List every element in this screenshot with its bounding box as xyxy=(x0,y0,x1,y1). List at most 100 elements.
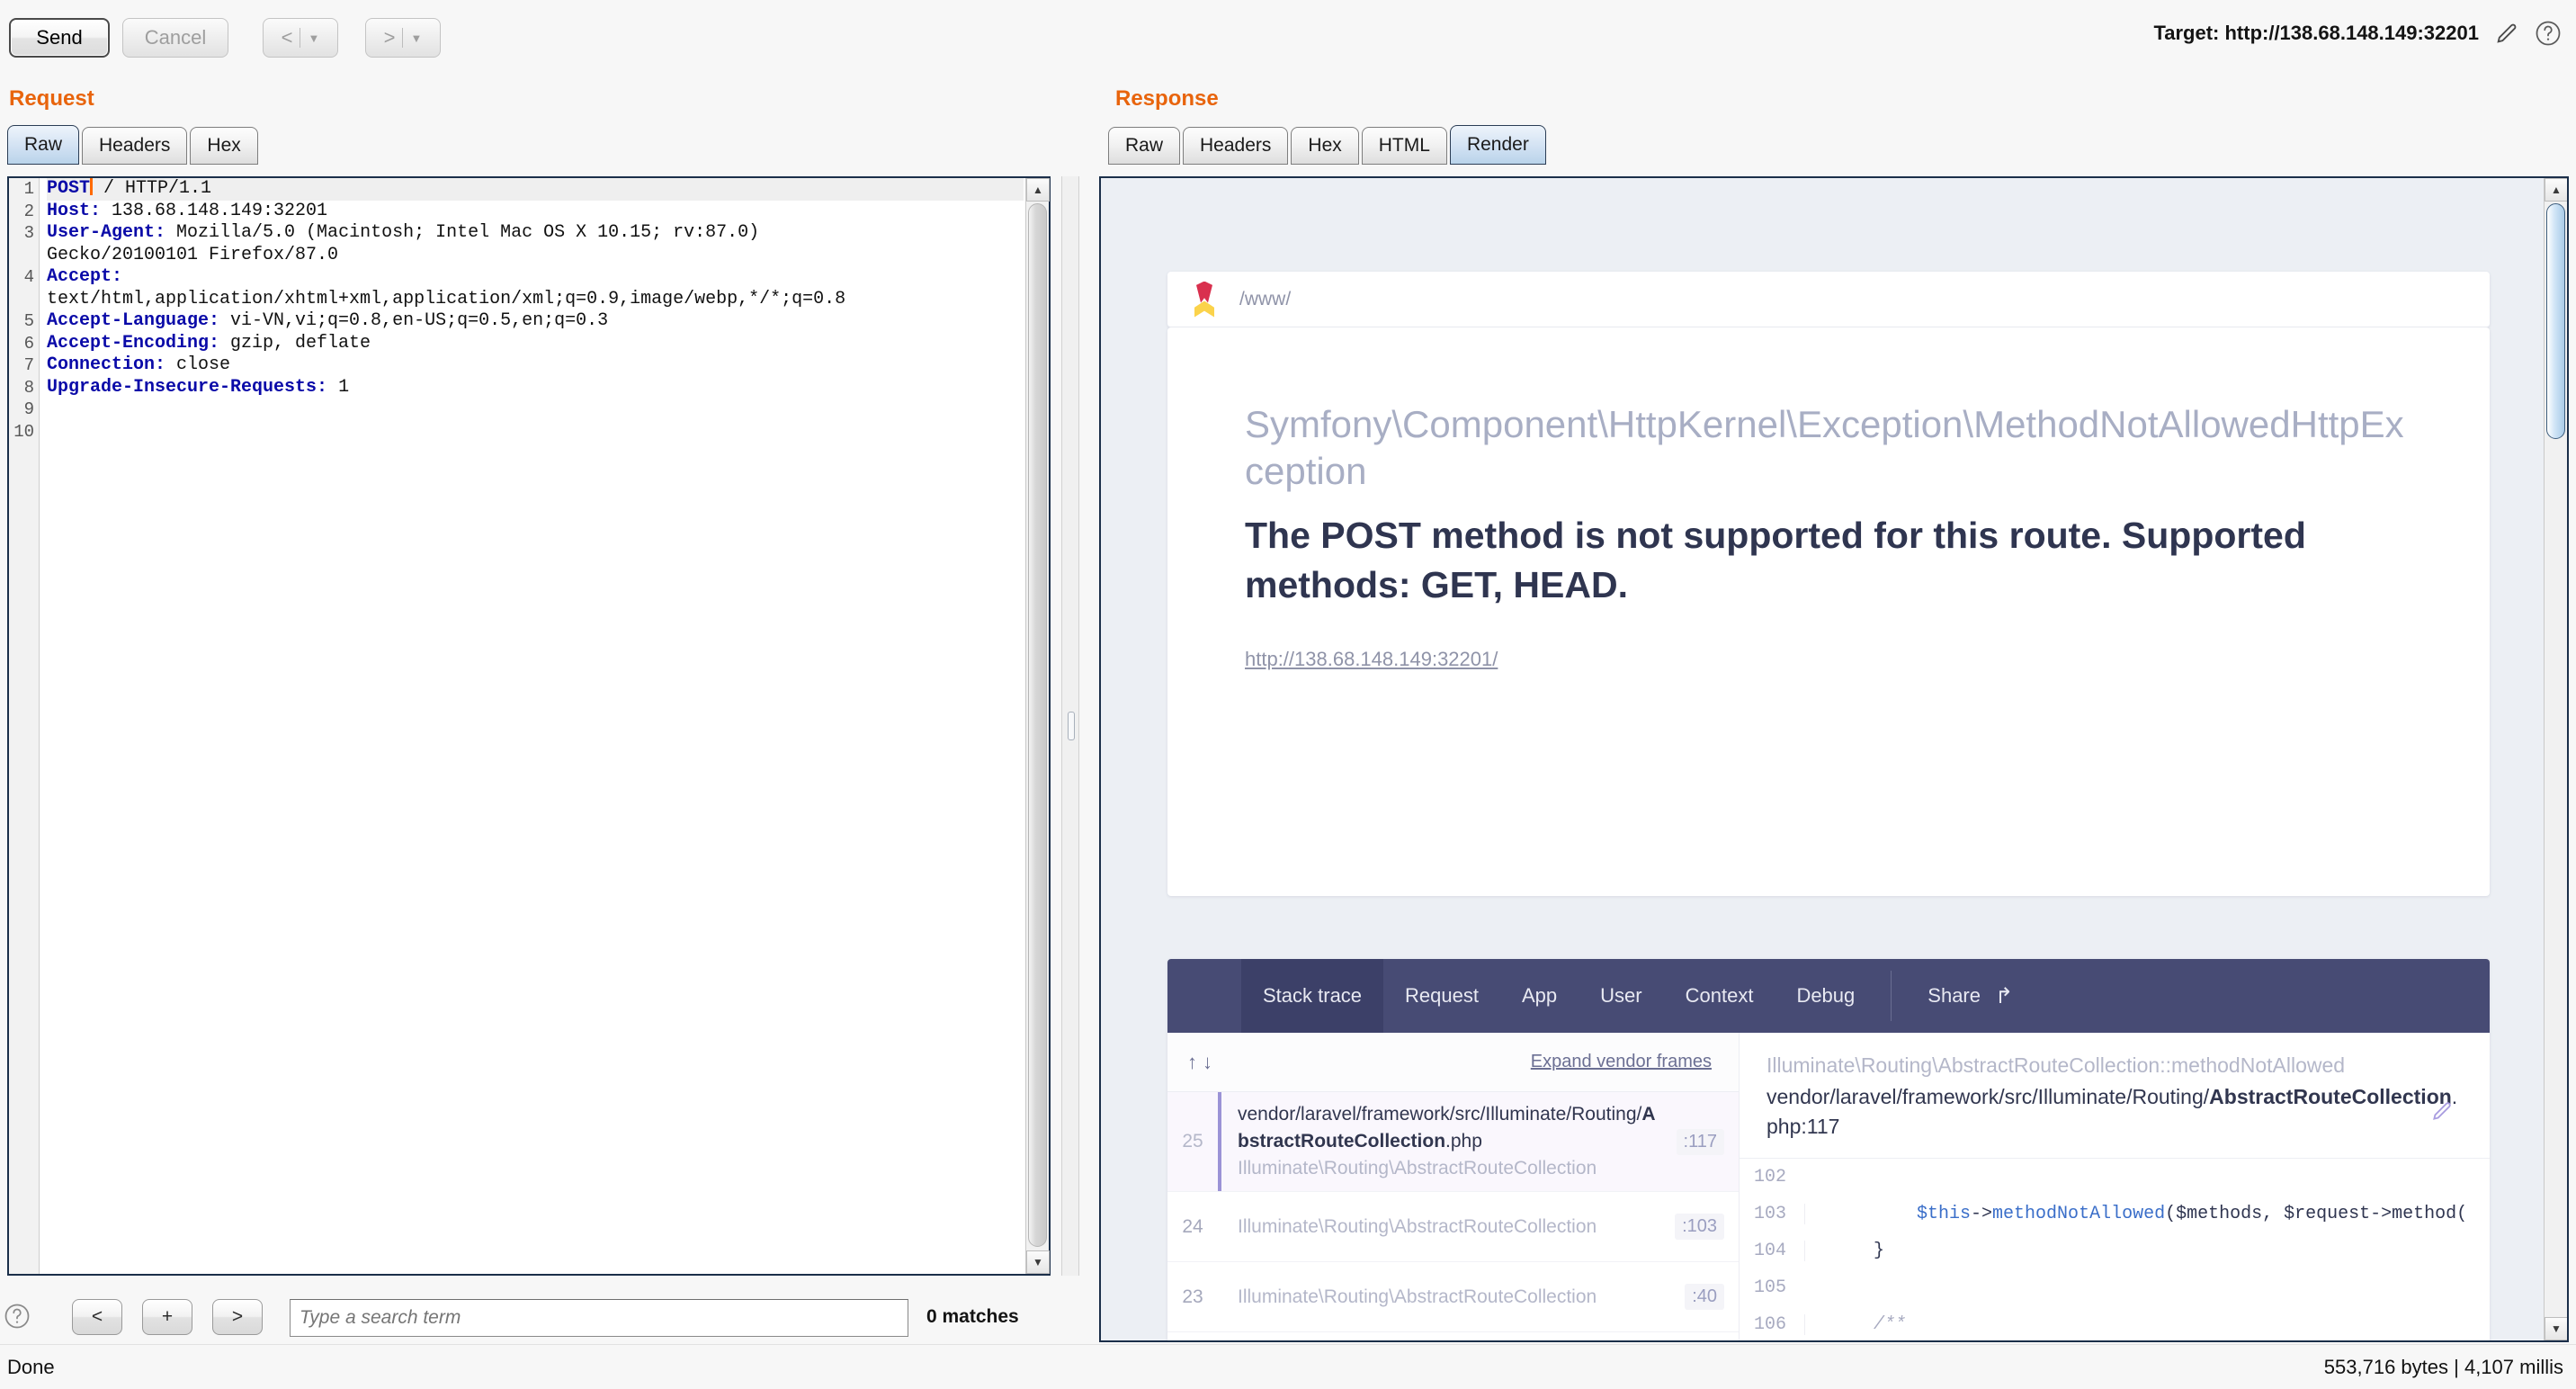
scroll-up-icon[interactable]: ▲ xyxy=(2545,178,2567,202)
code-line: 103 $this->methodNotAllowed($methods, $r… xyxy=(1740,1196,2490,1232)
code-line-number: 102 xyxy=(1753,1167,1786,1187)
question-icon[interactable] xyxy=(2535,20,2562,47)
frame-detail-file: vendor/laravel/framework/src/Illuminate/… xyxy=(1767,1085,2458,1138)
cancel-button[interactable]: Cancel xyxy=(122,18,228,58)
question-icon[interactable] xyxy=(4,1303,31,1330)
send-button[interactable]: Send xyxy=(9,18,110,58)
frame-line-number: :40 xyxy=(1685,1284,1724,1310)
code-line-number: 104 xyxy=(1753,1241,1786,1261)
cancel-button-label: Cancel xyxy=(144,26,207,49)
stack-trace-body: ↑↓ Expand vendor frames 25 vendor/larave… xyxy=(1167,1033,2490,1340)
tab-response-raw[interactable]: Raw xyxy=(1108,127,1181,165)
nav-label: Request xyxy=(1405,984,1479,1007)
flare-logo-icon xyxy=(1193,281,1216,318)
code-line-number: 105 xyxy=(1753,1277,1786,1298)
scroll-down-icon[interactable]: ▼ xyxy=(2545,1317,2567,1340)
scrollbar-thumb[interactable] xyxy=(1028,203,1047,1247)
nav-app[interactable]: App xyxy=(1500,959,1579,1033)
frame-detail-class: Illuminate\Routing\AbstractRouteCollecti… xyxy=(1767,1053,2346,1077)
panel-splitter[interactable] xyxy=(1061,176,1079,1276)
tab-request-hex[interactable]: Hex xyxy=(190,127,258,165)
line-number: 6 xyxy=(23,333,34,354)
tab-request-raw[interactable]: Raw xyxy=(7,125,80,165)
target-area: Target: http://138.68.148.149:32201 xyxy=(2153,20,2562,47)
line-number: 8 xyxy=(23,377,34,398)
stack-frames-toolbar: ↑↓ Expand vendor frames xyxy=(1167,1033,1739,1092)
tab-response-html[interactable]: HTML xyxy=(1361,127,1447,165)
pencil-icon[interactable] xyxy=(2430,1099,2454,1129)
table-row[interactable]: 25 vendor/laravel/framework/src/Illumina… xyxy=(1167,1092,1739,1192)
flare-path-label: /www/ xyxy=(1239,288,1292,309)
request-tabs: Raw Headers Hex xyxy=(7,121,261,165)
request-editor[interactable]: 1 2 3 4 5 6 7 8 9 10 POST / HTTP/1.1 Host: 138.68.… xyxy=(7,176,1051,1276)
scroll-down-icon[interactable]: ▼ xyxy=(1026,1250,1050,1274)
frame-class: Illuminate\Routing\AbstractRouteCollecti… xyxy=(1238,1158,1597,1178)
splitter-grip[interactable] xyxy=(1068,712,1075,740)
nav-label: Stack trace xyxy=(1263,984,1363,1007)
response-metrics: 553,716 bytes | 4,107 millis xyxy=(2323,1356,2563,1378)
previous-request-button[interactable]: < ▼ xyxy=(263,18,338,58)
stack-frames-list[interactable]: ↑↓ Expand vendor frames 25 vendor/larave… xyxy=(1167,1033,1740,1340)
rendered-page[interactable]: /www/ Symfony\Component\HttpKernel\Excep… xyxy=(1101,178,2544,1340)
request-line: POST / HTTP/1.1 xyxy=(47,178,1024,201)
send-button-label: Send xyxy=(36,26,83,49)
chevron-right-icon: > xyxy=(231,1306,244,1327)
chevron-down-icon[interactable]: ▼ xyxy=(308,32,319,44)
nav-user[interactable]: User xyxy=(1579,959,1663,1033)
response-panel-title: Response xyxy=(1115,86,1219,111)
next-request-button[interactable]: > ▼ xyxy=(365,18,441,58)
tab-response-headers[interactable]: Headers xyxy=(1183,127,1289,165)
nav-label: Debug xyxy=(1796,984,1856,1007)
search-previous-button[interactable]: < xyxy=(72,1299,122,1335)
request-raw-text[interactable]: POST / HTTP/1.1 Host: 138.68.148.149:3220… xyxy=(41,178,1024,1274)
arrow-up-icon[interactable]: ↑ xyxy=(1187,1051,1203,1073)
tab-response-render[interactable]: Render xyxy=(1449,125,1546,165)
tab-request-headers[interactable]: Headers xyxy=(82,127,188,165)
frame-number: 24 xyxy=(1182,1215,1203,1237)
code-line: 106 /** xyxy=(1740,1306,2490,1340)
stack-trace-nav: Stack trace Request App User Context Deb… xyxy=(1167,959,2490,1033)
nav-request[interactable]: Request xyxy=(1383,959,1500,1033)
scrollbar-thumb[interactable] xyxy=(2546,203,2565,439)
request-panel-title: Request xyxy=(9,86,94,111)
request-line xyxy=(47,399,1024,421)
expand-vendor-frames-link[interactable]: Expand vendor frames xyxy=(1531,1052,1712,1072)
table-row[interactable]: 24 Illuminate\Routing\AbstractRouteColle… xyxy=(1167,1192,1739,1262)
search-next-button[interactable]: > xyxy=(212,1299,263,1335)
frame-number: 25 xyxy=(1182,1131,1203,1152)
code-line-number: 106 xyxy=(1753,1314,1786,1335)
nav-stack-trace[interactable]: Stack trace xyxy=(1241,959,1384,1033)
nav-label: Context xyxy=(1685,984,1754,1007)
request-vertical-scrollbar[interactable]: ▲ ▼ xyxy=(1025,178,1050,1274)
request-line: Accept: xyxy=(47,266,123,287)
request-line: Accept-Language: vi-VN,vi;q=0.8,en-US;q=… xyxy=(47,310,609,331)
frame-line-number: :103 xyxy=(1675,1214,1724,1240)
search-add-button[interactable]: + xyxy=(142,1299,192,1335)
nav-label: User xyxy=(1600,984,1642,1007)
sort-arrows[interactable]: ↑↓ xyxy=(1187,1051,1218,1074)
pencil-icon[interactable] xyxy=(2493,20,2520,47)
share-arrow-icon: ↱ xyxy=(1995,983,2014,1008)
nav-debug[interactable]: Debug xyxy=(1775,959,1876,1033)
tab-label: HTML xyxy=(1378,135,1430,156)
tab-response-hex[interactable]: Hex xyxy=(1291,127,1359,165)
line-number xyxy=(9,289,39,311)
search-input[interactable] xyxy=(290,1299,908,1337)
frame-line-number: :117 xyxy=(1676,1128,1724,1155)
exception-url-link[interactable]: http://138.68.148.149:32201/ xyxy=(1245,648,2412,671)
arrow-down-icon[interactable]: ↓ xyxy=(1203,1051,1218,1073)
request-line: User-Agent: Mozilla/5.0 (Macintosh; Inte… xyxy=(47,222,760,243)
table-row[interactable]: 23 Illuminate\Routing\AbstractRouteColle… xyxy=(1167,1262,1739,1332)
nav-context[interactable]: Context xyxy=(1664,959,1775,1033)
scroll-up-icon[interactable]: ▲ xyxy=(1026,178,1050,202)
chevron-down-icon[interactable]: ▼ xyxy=(410,32,422,44)
response-render-pane[interactable]: /www/ Symfony\Component\HttpKernel\Excep… xyxy=(1099,176,2569,1342)
code-line-text: /** xyxy=(1804,1314,2490,1335)
request-line-numbers: 1 2 3 4 5 6 7 8 9 10 xyxy=(9,178,40,1274)
vendor-frames-collapsed-row[interactable]: + 21 vendor frames... xyxy=(1167,1332,1739,1340)
divider xyxy=(1891,971,1892,1021)
response-vertical-scrollbar[interactable]: ▲ ▼ xyxy=(2544,178,2567,1340)
response-tabs: Raw Headers Hex HTML Render xyxy=(1108,121,1549,165)
request-search-bar: < + > 0 matches xyxy=(0,1288,1061,1344)
share-button[interactable]: Share ↱ xyxy=(1906,959,2035,1033)
